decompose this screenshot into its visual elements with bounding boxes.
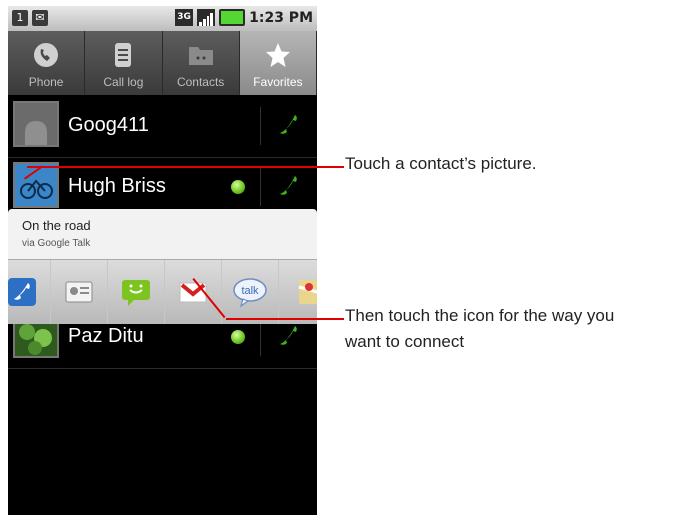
phone-icon <box>32 41 60 69</box>
network-3g-icon: 3G <box>175 9 194 26</box>
row-divider <box>260 168 261 206</box>
tab-call-log[interactable]: Call log <box>85 31 163 95</box>
avatar[interactable] <box>13 101 59 147</box>
talk-icon: talk <box>233 278 267 308</box>
tab-label: Phone <box>28 75 64 89</box>
online-presence-icon <box>231 330 245 344</box>
quick-contact-gmail[interactable] <box>165 260 222 324</box>
clock: 1:23 PM <box>249 9 313 26</box>
maps-icon <box>298 280 317 304</box>
tab-bar: Phone Call log Contacts Favorites <box>8 31 317 95</box>
contact-card-icon <box>65 281 93 303</box>
contact-name: Hugh Briss <box>68 175 166 197</box>
contact-name: Goog411 <box>68 114 149 136</box>
phone-screen: 1 ✉ 3G 1:23 PM Phone Call log Contacts F… <box>8 6 317 515</box>
callout-picture: Touch a contact’s picture. <box>345 154 537 173</box>
callout-line-picture <box>27 166 344 168</box>
callout-icon-line2: want to connect <box>345 332 465 351</box>
tab-label: Favorites <box>253 75 303 89</box>
star-icon <box>264 41 292 69</box>
contacts-icon <box>187 41 215 69</box>
callout-icon-line1: Then touch the icon for the way you <box>345 306 615 325</box>
phone-icon <box>8 278 36 306</box>
battery-icon <box>219 9 246 26</box>
quick-contact-header: On the road via Google Talk <box>8 209 317 259</box>
quick-contact-card[interactable] <box>51 260 108 324</box>
online-presence-icon <box>231 180 245 194</box>
gmail-notification-icon: ✉ <box>32 10 48 26</box>
favorite-row[interactable]: Goog411 <box>8 95 317 158</box>
tab-contacts[interactable]: Contacts <box>162 31 240 95</box>
quick-contact-phone[interactable] <box>8 260 51 324</box>
sms-icon <box>122 280 150 306</box>
signal-icon <box>197 9 216 26</box>
call-icon[interactable] <box>274 323 300 349</box>
tab-phone[interactable]: Phone <box>8 31 86 95</box>
call-icon[interactable] <box>274 112 300 138</box>
android-avatar-icon <box>15 103 57 145</box>
call-icon[interactable] <box>274 173 300 199</box>
quick-contact-sms[interactable] <box>108 260 165 324</box>
contact-name: Paz Ditu <box>68 325 144 347</box>
row-divider <box>260 107 261 145</box>
call-log-icon <box>109 41 137 69</box>
quick-contact-talk[interactable]: talk <box>222 260 279 324</box>
talk-icon-label: talk <box>241 285 259 297</box>
tab-favorites[interactable]: Favorites <box>239 31 317 95</box>
quick-contact-actions: talk <box>8 259 317 324</box>
quick-contact-maps[interactable] <box>279 260 317 324</box>
presence-status: On the road <box>22 218 91 233</box>
notification-1-icon: 1 <box>12 10 28 26</box>
status-bar: 1 ✉ 3G 1:23 PM <box>8 6 317 31</box>
tab-label: Call log <box>103 75 144 89</box>
callout-line-icon <box>226 318 344 320</box>
tab-label: Contacts <box>176 75 225 89</box>
presence-source: via Google Talk <box>22 238 91 249</box>
